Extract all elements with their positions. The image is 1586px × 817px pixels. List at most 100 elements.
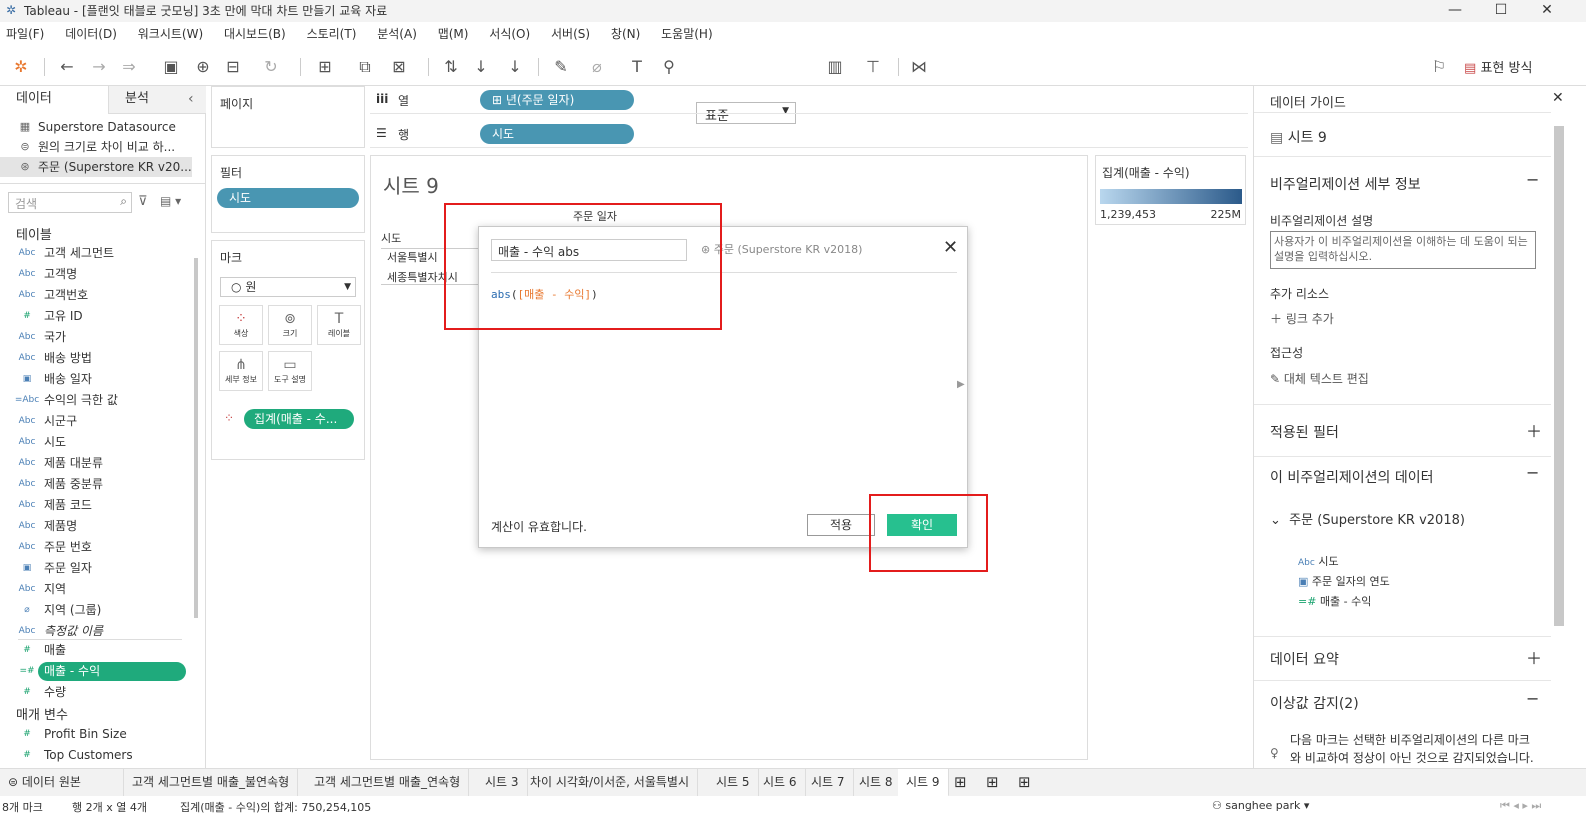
description-input[interactable]: 사용자가 이 비주얼리제이션을 이해하는 데 도움이 되는 설명을 입력하십시오… (1270, 231, 1536, 269)
color-button[interactable]: ⁘ 색상 (219, 305, 263, 345)
swap-icon[interactable]: ⇅ (440, 56, 462, 78)
tab-data[interactable]: 데이터 (0, 86, 108, 114)
sheet-tab[interactable]: 시트 7 (803, 769, 854, 797)
viz-data-title[interactable]: 이 비주얼리제이션의 데이터 (1270, 467, 1433, 487)
field-item[interactable]: Abc 제품 대분류 (0, 453, 192, 474)
add-link-button[interactable]: ＋ 링크 추가 (1270, 310, 1334, 327)
close-icon[interactable]: ✕ (1552, 90, 1564, 106)
tooltip-button[interactable]: ▭ 도구 설명 (268, 351, 312, 391)
detail-button[interactable]: ⋔ 세부 정보 (219, 351, 263, 391)
menu-worksheet[interactable]: 워크시트(W) (138, 25, 203, 42)
expand-icon[interactable]: ＋ (1526, 645, 1542, 669)
new-story-icon[interactable]: ⊞ (1010, 769, 1039, 797)
tab-datasource[interactable]: ⊜ 데이터 원본 (0, 769, 124, 797)
field-item[interactable]: Abc 주문 번호 (0, 537, 192, 558)
filters-card[interactable]: 필터 시도 (211, 155, 365, 233)
collapse-pane-icon[interactable]: ‹ (188, 91, 194, 107)
menu-help[interactable]: 도움말(H) (661, 25, 713, 42)
sheet-tab[interactable]: 고객 세그먼트별 매출_불연속형 (124, 769, 299, 797)
rows-pill[interactable]: 시도 (480, 124, 634, 144)
field-item[interactable]: Abc 시도 (0, 432, 192, 453)
field-item[interactable]: # 매출 (0, 640, 192, 661)
field-item[interactable]: ▣ 주문 일자 (0, 558, 192, 579)
menu-server[interactable]: 서버(S) (551, 25, 590, 42)
minimize-button[interactable]: — (1432, 0, 1478, 22)
field-item[interactable]: # 고유 ID (0, 306, 192, 327)
search-input[interactable]: 검색 ⌕ (8, 192, 132, 213)
menu-format[interactable]: 서식(O) (489, 25, 530, 42)
replay-icon[interactable]: ⇒ (118, 56, 140, 78)
field-item[interactable]: Abc 지역 (0, 579, 192, 600)
field-item[interactable]: ⌀ 지역 (그룹) (0, 600, 192, 621)
menu-file[interactable]: 파일(F) (6, 25, 44, 42)
outliers-title[interactable]: 이상값 감지(2) (1270, 693, 1359, 713)
collapse-icon[interactable]: − (1526, 689, 1539, 708)
field-list-scrollbar[interactable] (194, 258, 198, 618)
field-item[interactable]: ▣ 배송 일자 (0, 369, 192, 390)
pin-icon[interactable]: ⚲ (658, 56, 680, 78)
presentation-icon[interactable]: ⊤ (862, 56, 884, 78)
collapse-icon[interactable]: − (1526, 170, 1539, 189)
field-item[interactable]: Abc 측정값 이름 (0, 621, 192, 642)
mark-pill[interactable]: 집계(매출 - 수... (244, 409, 354, 429)
field-item[interactable]: Abc 국가 (0, 327, 192, 348)
field-item[interactable]: Abc 시군구 (0, 411, 192, 432)
filter-pill[interactable]: 시도 (217, 188, 359, 208)
pause-updates-icon[interactable]: ⊟ (222, 56, 244, 78)
columns-pill[interactable]: ⊞ 년(주문 일자) (480, 90, 634, 110)
new-datasource-icon[interactable]: ⊕ (192, 56, 214, 78)
mark-type-select[interactable]: ○ 원 ▼ (220, 277, 356, 297)
filter-icon[interactable]: ⊽ (138, 194, 148, 209)
show-me-button[interactable]: ▤ 표현 방식 (1464, 57, 1532, 76)
applied-filters-title[interactable]: 적용된 필터 (1270, 422, 1339, 442)
expand-icon[interactable]: ＋ (1526, 418, 1542, 442)
menu-window[interactable]: 창(N) (611, 25, 640, 42)
expand-functions-icon[interactable]: ▶ (957, 379, 965, 390)
datasource-item[interactable]: ▦ Superstore Datasource (0, 117, 192, 137)
labels-icon[interactable]: T (626, 56, 648, 78)
close-icon[interactable]: ✕ (943, 237, 958, 258)
datasource-item[interactable]: ⊜ 원의 크기로 차이 비교 하... (0, 137, 192, 157)
guide-datasource[interactable]: ⌄ 주문 (Superstore KR v2018) (1270, 509, 1465, 528)
undo-icon[interactable]: ← (56, 56, 78, 78)
save-icon[interactable]: ▣ (160, 56, 182, 78)
sort-ascending-icon[interactable]: ↓ (470, 56, 492, 78)
new-dashboard-icon[interactable]: ⊞ (978, 769, 1007, 797)
maximize-button[interactable]: ☐ (1478, 0, 1524, 22)
group-icon[interactable]: ⌀ (586, 56, 608, 78)
sheet-tab[interactable]: 시트 6 (755, 769, 806, 797)
sheet-tab[interactable]: 차이 시각화/이서준, 서울특별시 (522, 769, 699, 797)
show-cards-icon[interactable]: ▥ (824, 56, 846, 78)
menu-analysis[interactable]: 분석(A) (377, 25, 417, 42)
close-window-button[interactable]: ✕ (1524, 0, 1570, 22)
sheet-tab[interactable]: 시트 3 (477, 769, 528, 797)
datasource-item-selected[interactable]: ⊛ 주문 (Superstore KR v20... (0, 157, 192, 177)
data-summary-title[interactable]: 데이터 요약 (1270, 649, 1339, 669)
field-item[interactable]: Abc 제품 코드 (0, 495, 192, 516)
menu-story[interactable]: 스토리(T) (307, 25, 357, 42)
size-button[interactable]: ⊚ 크기 (268, 305, 312, 345)
data-guide-icon[interactable]: ⚐ (1428, 56, 1450, 78)
refresh-icon[interactable]: ↻ (260, 56, 282, 78)
sort-descending-icon[interactable]: ↓ (504, 56, 526, 78)
field-item[interactable]: Abc 배송 방법 (0, 348, 192, 369)
share-icon[interactable]: ⋈ (908, 56, 930, 78)
new-worksheet-icon[interactable]: ⊞ (946, 769, 975, 797)
tableau-home-icon[interactable]: ✲ (10, 56, 32, 78)
redo-icon[interactable]: → (88, 56, 110, 78)
field-item-selected[interactable]: =# 매출 - 수익 (0, 661, 192, 682)
field-item[interactable]: Abc 고객번호 (0, 285, 192, 306)
sheet-tab-active[interactable]: 시트 9 (898, 769, 949, 797)
color-legend[interactable]: 집계(매출 - 수익) 1,239,453 225M (1095, 155, 1246, 225)
field-item[interactable]: # Top Customers (0, 745, 192, 766)
sheet-tab[interactable]: 시트 5 (708, 769, 759, 797)
new-worksheet-icon[interactable]: ⊞ (314, 56, 336, 78)
pages-card[interactable]: 페이지 (211, 86, 365, 148)
duplicate-sheet-icon[interactable]: ⧉ (354, 56, 376, 78)
field-item[interactable]: =Abc 수익의 극한 값 (0, 390, 192, 411)
menu-map[interactable]: 맵(M) (438, 25, 469, 42)
alt-text-button[interactable]: ✎ 대체 텍스트 편집 (1270, 370, 1369, 387)
user-menu[interactable]: ⚇ sanghee park ▾ (1212, 799, 1309, 812)
field-item[interactable]: Abc 고객 세그먼트 (0, 243, 192, 264)
menu-dashboard[interactable]: 대시보드(B) (224, 25, 286, 42)
